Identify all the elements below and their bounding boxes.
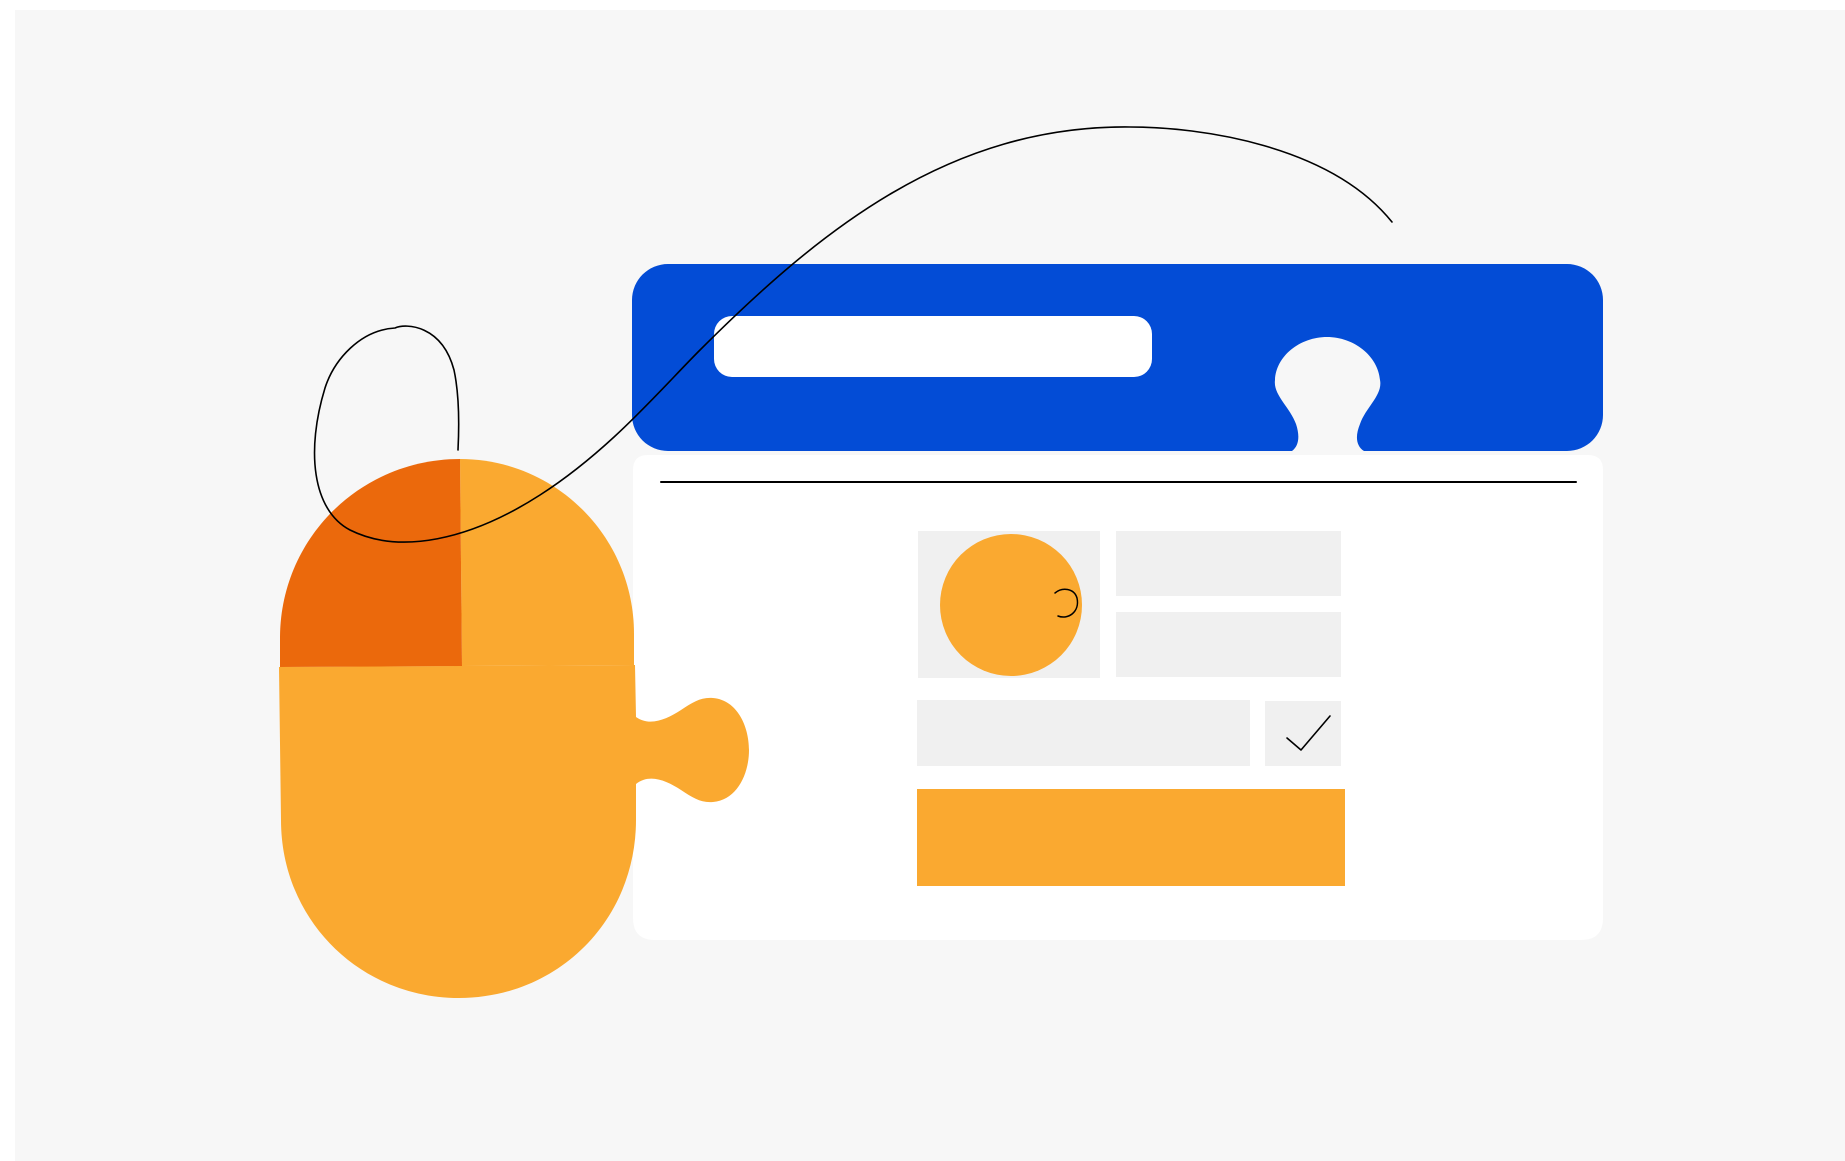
browser-window-icon bbox=[632, 264, 1603, 940]
submit-bar bbox=[917, 789, 1345, 886]
search-bar-icon bbox=[714, 316, 1152, 377]
avatar-icon bbox=[940, 534, 1082, 676]
text-field-placeholder-1 bbox=[1116, 531, 1341, 596]
text-field-placeholder-2 bbox=[1116, 612, 1341, 677]
illustration-canvas bbox=[0, 0, 1845, 1161]
checkbox-icon bbox=[1265, 701, 1341, 766]
illustration-svg bbox=[15, 10, 1845, 1161]
text-field-placeholder-3 bbox=[917, 700, 1250, 766]
form-content bbox=[917, 531, 1345, 886]
